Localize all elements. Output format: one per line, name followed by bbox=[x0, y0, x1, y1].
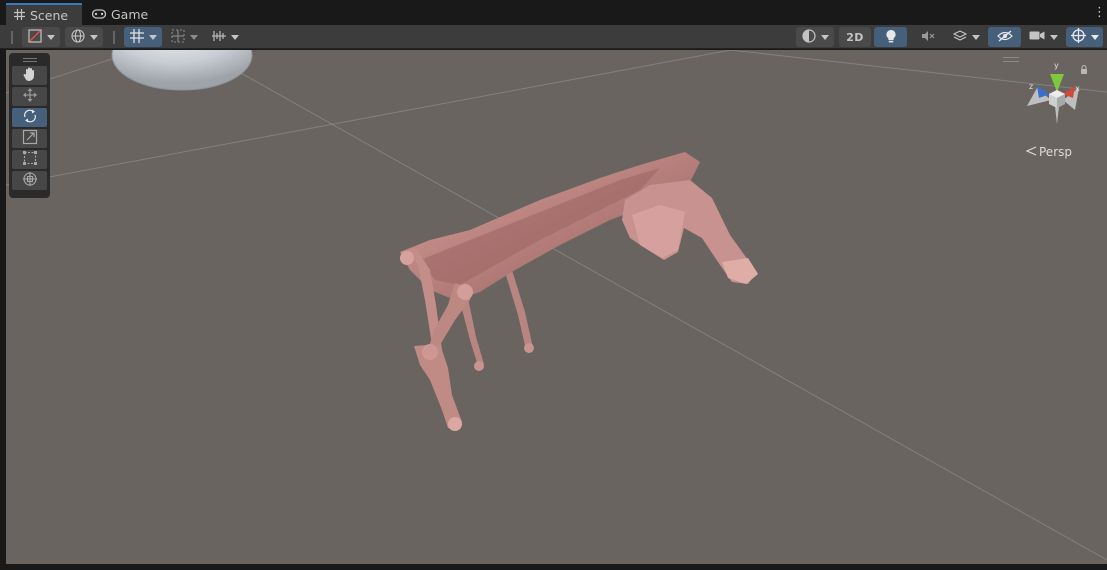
effects-button[interactable] bbox=[947, 27, 985, 47]
scale-tool[interactable] bbox=[12, 129, 47, 148]
grid-snap-button[interactable] bbox=[124, 27, 162, 47]
camera-settings-button[interactable] bbox=[1024, 27, 1062, 47]
gizmos-button[interactable] bbox=[1066, 27, 1103, 47]
hash-grid-icon bbox=[14, 8, 25, 23]
toolbar-grip bbox=[113, 31, 115, 44]
hand-tool[interactable] bbox=[12, 66, 47, 85]
palette-drag-handle[interactable] bbox=[12, 56, 47, 64]
panel-border bbox=[0, 564, 1107, 570]
draw-mode-button[interactable] bbox=[22, 27, 60, 47]
lock-icon bbox=[1081, 65, 1087, 74]
toggle-2d-button[interactable]: 2D bbox=[839, 27, 871, 47]
axis-y-label: y bbox=[1054, 61, 1059, 70]
layers-icon bbox=[952, 29, 967, 46]
rotate-tool[interactable] bbox=[12, 108, 47, 127]
rect-tool[interactable] bbox=[12, 150, 47, 169]
tab-game[interactable]: Game bbox=[84, 4, 154, 25]
eye-off-icon bbox=[996, 29, 1013, 45]
move-tool[interactable] bbox=[12, 87, 47, 106]
axis-gizmo-icon: y x z bbox=[1027, 61, 1087, 124]
grid-snap-icon bbox=[129, 28, 144, 46]
scene-toolbar: 2D bbox=[0, 25, 1107, 49]
scene-world bbox=[6, 50, 1107, 561]
lighting-toggle-button[interactable] bbox=[874, 27, 907, 47]
scene-viewport[interactable] bbox=[6, 50, 1107, 564]
tab-bar: Scene Game ⋮ bbox=[0, 0, 1107, 25]
transform-all-icon bbox=[22, 171, 38, 190]
globe-icon bbox=[70, 28, 85, 46]
snap-increment-button[interactable] bbox=[166, 27, 202, 47]
tool-palette bbox=[9, 53, 50, 198]
ruler-icon bbox=[211, 29, 226, 46]
tab-label: Scene bbox=[30, 7, 69, 23]
tab-scene[interactable]: Scene bbox=[6, 3, 82, 25]
perspective-chevron-icon bbox=[1025, 145, 1037, 159]
rotate-icon bbox=[22, 108, 38, 127]
projection-toggle[interactable]: Persp bbox=[1025, 145, 1072, 159]
shaded-draw-icon bbox=[27, 28, 42, 46]
increment-snap-icon bbox=[170, 28, 185, 46]
character-model bbox=[400, 152, 758, 431]
gizmo-icon bbox=[1070, 28, 1086, 46]
more-options-icon[interactable]: ⋮ bbox=[1093, 6, 1106, 20]
audio-toggle-button[interactable] bbox=[911, 27, 944, 47]
hand-icon bbox=[22, 66, 38, 85]
scale-icon bbox=[22, 129, 38, 148]
speaker-muted-icon bbox=[921, 30, 935, 45]
scene-visibility-button[interactable] bbox=[988, 27, 1021, 47]
overlay-menu-icon[interactable] bbox=[1003, 57, 1019, 62]
shading-mode-button[interactable] bbox=[796, 27, 834, 47]
toggle-2d-label: 2D bbox=[846, 30, 864, 44]
ruler-snap-button[interactable] bbox=[206, 27, 244, 47]
global-local-button[interactable] bbox=[65, 27, 103, 47]
sphere-object bbox=[111, 50, 253, 91]
toolbar-grip bbox=[11, 31, 13, 44]
projection-label: Persp bbox=[1039, 145, 1072, 159]
axis-z-label: z bbox=[1029, 82, 1033, 91]
rect-transform-icon bbox=[22, 150, 38, 169]
scene-grid bbox=[6, 50, 1107, 561]
tab-label: Game bbox=[111, 7, 149, 22]
transform-tool[interactable] bbox=[12, 171, 47, 190]
move-arrows-icon bbox=[22, 87, 38, 106]
orientation-gizmo[interactable]: y x z bbox=[1017, 58, 1097, 138]
lightbulb-icon bbox=[885, 29, 897, 46]
axis-x-label: x bbox=[1075, 84, 1080, 93]
gamepad-icon bbox=[91, 7, 107, 22]
shading-sphere-icon bbox=[801, 28, 816, 46]
camera-icon bbox=[1029, 30, 1045, 44]
